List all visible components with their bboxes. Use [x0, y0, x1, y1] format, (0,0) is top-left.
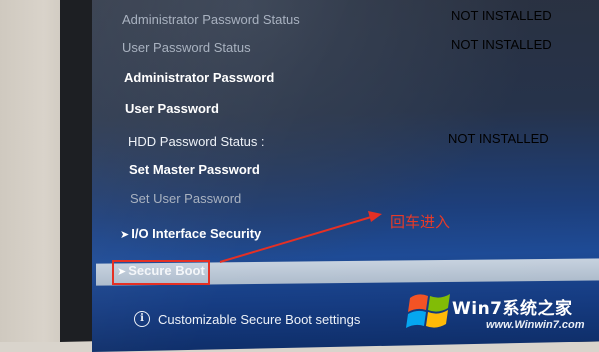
menu-item-label: User Password Status	[122, 40, 251, 55]
user-password-status-value: NOT INSTALLED	[451, 37, 552, 52]
menu-item-set-user-password[interactable]: Set User Password	[130, 191, 241, 206]
annotation-text: 回车进入	[390, 214, 451, 231]
hdd-password-status-value: NOT INSTALLED	[448, 131, 549, 146]
menu-item-admin-password[interactable]: Administrator Password	[124, 70, 274, 85]
menu-item-set-master-password[interactable]: Set Master Password	[129, 162, 260, 177]
annotation-highlight-box	[112, 260, 210, 285]
submenu-arrow-icon: ➤	[120, 229, 130, 241]
info-icon: i	[134, 311, 150, 327]
menu-item-io-interface-security[interactable]: ➤ I/O Interface Security	[120, 226, 261, 241]
help-text: Customizable Secure Boot settings	[158, 311, 361, 327]
menu-item-label: Administrator Password	[124, 70, 275, 85]
watermark-url: www.Winwin7.com	[486, 319, 585, 331]
help-line: i Customizable Secure Boot settings	[134, 311, 360, 327]
menu-item-hdd-password-status[interactable]: HDD Password Status :	[128, 134, 265, 149]
admin-password-status-value: NOT INSTALLED	[451, 8, 552, 23]
menu-item-label: HDD Password Status :	[128, 134, 265, 149]
menu-item-label: User Password	[125, 101, 219, 116]
watermark-brand: Win7系统之家	[452, 299, 573, 319]
menu-item-user-password[interactable]: User Password	[125, 101, 219, 116]
menu-item-user-password-status[interactable]: User Password Status	[122, 40, 251, 55]
menu-item-label: Administrator Password Status	[122, 12, 300, 27]
menu-item-label: Set User Password	[130, 191, 242, 206]
menu-item-admin-password-status[interactable]: Administrator Password Status	[122, 12, 300, 27]
menu-item-label: Set Master Password	[129, 162, 260, 177]
menu-item-label: I/O Interface Security	[131, 226, 262, 241]
